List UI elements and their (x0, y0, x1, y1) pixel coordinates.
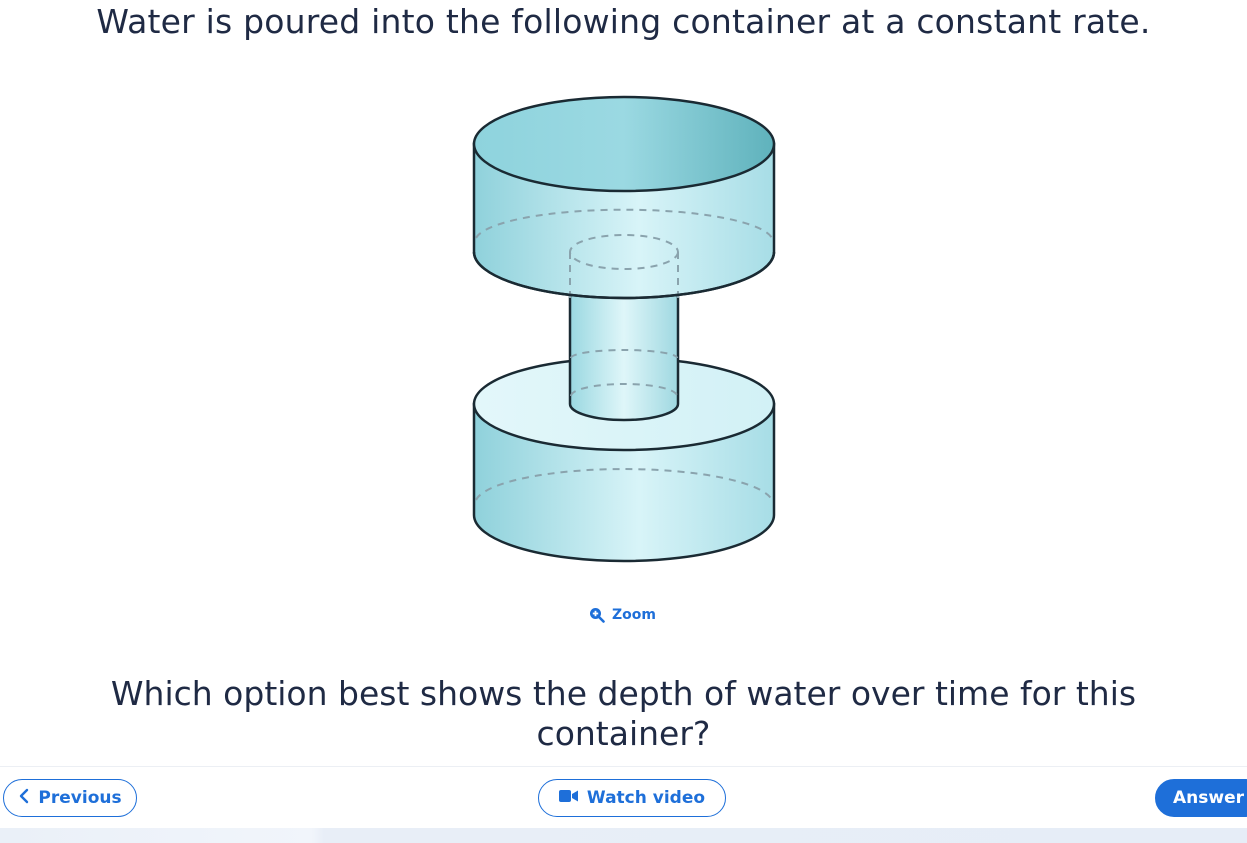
footer-bar: Previous Watch video Answer (0, 766, 1247, 829)
chevron-left-icon (18, 788, 30, 809)
answer-label: Answer (1173, 788, 1244, 808)
container-diagram (472, 95, 776, 563)
watch-video-button[interactable]: Watch video (538, 779, 726, 817)
video-camera-icon (558, 788, 579, 808)
zoom-button[interactable]: Zoom (589, 605, 656, 625)
question-title: Water is poured into the following conta… (96, 2, 1151, 41)
previous-button[interactable]: Previous (3, 779, 137, 817)
watch-video-label: Watch video (586, 788, 706, 808)
zoom-in-icon (589, 607, 605, 623)
question-page: Water is poured into the following conta… (0, 0, 1247, 843)
answer-button[interactable]: Answer (1155, 779, 1247, 817)
zoom-label: Zoom (612, 607, 656, 623)
question-prompt: Which option best shows the depth of wat… (110, 674, 1137, 753)
footer-shadow (0, 828, 1247, 843)
previous-label: Previous (38, 788, 122, 808)
top-cylinder (472, 95, 776, 300)
